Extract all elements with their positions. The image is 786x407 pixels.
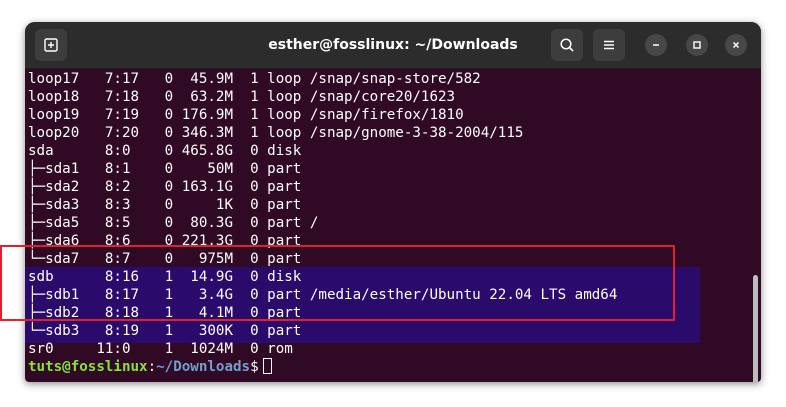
output-line: └─sda7 8:7 0 975M 0 part — [28, 251, 302, 267]
prompt-path: ~/Downloads — [156, 359, 251, 375]
output-line: loop19 7:19 0 176.9M 1 loop /snap/firefo… — [28, 107, 464, 123]
search-icon — [560, 38, 574, 52]
output-line: loop20 7:20 0 346.3M 1 loop /snap/gnome-… — [28, 125, 524, 141]
output-line: ├─sdb1 8:17 1 3.4G 0 part /media/esther/… — [28, 287, 618, 303]
output-line: ├─sda6 8:6 0 221.3G 0 part — [28, 233, 302, 249]
search-button[interactable] — [551, 29, 583, 61]
output-line: ├─sda3 8:3 0 1K 0 part — [28, 197, 302, 213]
close-icon — [732, 41, 740, 49]
terminal-output[interactable]: loop17 7:17 0 45.9M 1 loop /snap/snap-st… — [25, 69, 761, 382]
maximize-icon — [693, 41, 701, 49]
hamburger-menu-icon — [604, 40, 614, 50]
output-line: ├─sda2 8:2 0 163.1G 0 part — [28, 179, 302, 195]
scrollbar-thumb[interactable] — [753, 275, 758, 382]
output-line: ├─sda5 8:5 0 80.3G 0 part / — [28, 215, 319, 231]
output-line: ├─sdb2 8:18 1 4.1M 0 part — [28, 305, 302, 321]
output-line: ├─sda1 8:1 0 50M 0 part — [28, 161, 302, 177]
prompt-symbol: $ — [250, 359, 259, 375]
output-line: sdb 8:16 1 14.9G 0 disk — [28, 269, 302, 285]
output-line: sda 8:0 0 465.8G 0 disk — [28, 143, 302, 159]
title-bar[interactable]: esther@fosslinux: ~/Downloads — [25, 22, 761, 69]
terminal-window: esther@fosslinux: ~/Downloads loop17 7:1… — [25, 22, 761, 382]
minimize-icon — [653, 44, 659, 46]
maximize-button[interactable] — [686, 34, 708, 56]
close-button[interactable] — [725, 34, 747, 56]
output-line: └─sdb3 8:19 1 300K 0 part — [28, 323, 302, 339]
minimize-button[interactable] — [645, 34, 667, 56]
output-line: loop17 7:17 0 45.9M 1 loop /snap/snap-st… — [28, 71, 481, 87]
output-line: loop18 7:18 0 63.2M 1 loop /snap/core20/… — [28, 89, 456, 105]
prompt-user-host: tuts@fosslinux — [28, 359, 148, 375]
output-line: sr0 11:0 1 1024M 0 rom — [28, 341, 293, 357]
prompt-separator: : — [147, 359, 157, 375]
prompt-line[interactable]: tuts@fosslinux:~/Downloads$ — [28, 358, 272, 376]
menu-button[interactable] — [593, 29, 625, 61]
text-cursor — [262, 358, 272, 374]
